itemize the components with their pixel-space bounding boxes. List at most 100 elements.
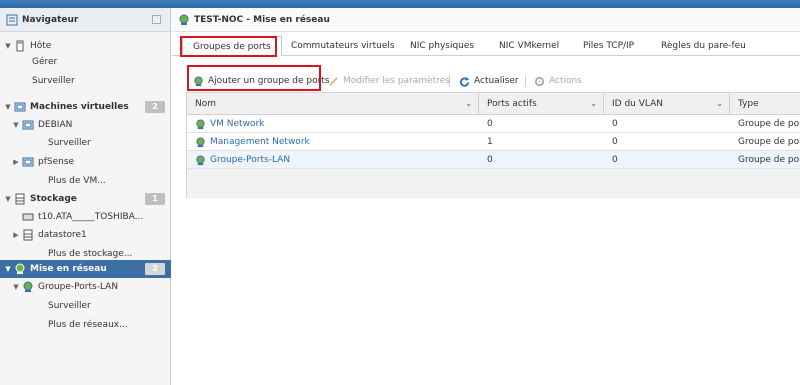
column-header-label: Nom [195,99,217,109]
nav-item-monitor-debian[interactable]: Surveiller [0,134,171,152]
nav-item-monitor-host[interactable]: Surveiller [0,72,171,90]
refresh-button[interactable]: Actualiser [459,72,519,90]
count-badge: 2 [145,263,165,275]
cell-active-ports: 0 [487,119,493,129]
chevron-down-icon[interactable]: ⌄ [465,93,472,115]
cell-vlan-id: 0 [612,119,618,129]
edit-settings-label: Modifier les paramètres [343,76,450,86]
nav-item-storage[interactable]: ▼ Stockage 1 [0,190,171,208]
port-group-icon [23,281,33,292]
edit-settings-button[interactable]: Modifier les paramètres [328,72,450,90]
nav-item-label: Machines virtuelles [30,102,129,112]
chevron-down-icon[interactable]: ⌄ [716,93,723,115]
table-row[interactable]: VM Network 0 0 Groupe de ports [187,115,800,133]
nav-item-monitor-network[interactable]: Surveiller [0,297,171,315]
cell-vlan-id: 0 [612,155,618,165]
datastore-icon [23,229,33,241]
nav-item-label: Plus de stockage... [48,249,133,259]
table-footer [187,169,800,199]
column-header-vlan-id[interactable]: ID du VLAN ⌄ [604,93,729,115]
actions-button[interactable]: Actions [534,72,582,90]
nav-item-label: Stockage [30,194,77,204]
tab-vmkernel-nics[interactable]: NIC VMkernel [499,36,559,56]
cell-type: Groupe de ports [738,137,800,147]
cell-name: Management Network [210,137,310,147]
nav-item-port-group-lan[interactable]: ▼ Groupe-Ports-LAN [0,278,171,296]
nav-item-networking[interactable]: ▼ Mise en réseau 2 [0,260,171,278]
nav-item-more-vms[interactable]: Plus de VM... [0,172,171,190]
navigator-panel: Navigateur ▼ Hôte Gérer Surveiller ▼ Mac… [0,8,171,385]
table-row[interactable]: Management Network 1 0 Groupe de ports [187,133,800,151]
nav-item-debian[interactable]: ▼ DEBIAN [0,116,171,134]
nav-item-label: Gérer [32,57,58,67]
count-badge: 1 [145,193,165,205]
navigator-header: Navigateur [0,8,170,32]
cell-active-ports: 0 [487,155,493,165]
port-group-name-link[interactable]: VM Network [187,115,264,133]
column-header-label: Type [738,99,759,109]
column-header-active-ports[interactable]: Ports actifs ⌄ [479,93,603,115]
expand-toggle-icon[interactable]: ▼ [4,103,12,111]
top-bar [0,0,800,8]
nav-item-label: t10.ATA_____TOSHIBA... [38,212,144,222]
expand-toggle-icon[interactable]: ▼ [4,195,12,203]
collapse-navigator-button[interactable] [152,15,161,24]
add-port-group-button[interactable]: Ajouter un groupe de ports [193,72,330,90]
gear-icon [534,76,545,86]
port-group-icon [196,154,205,165]
expand-toggle-icon[interactable]: ▶ [12,158,20,166]
cell-active-ports: 1 [487,137,493,147]
column-header-label: ID du VLAN [612,99,663,109]
tab-port-groups[interactable]: Groupes de ports [182,36,282,56]
nav-item-virtual-machines[interactable]: ▼ Machines virtuelles 2 [0,98,171,116]
port-group-icon [196,118,205,129]
nav-item-label: DEBIAN [38,120,73,130]
nav-item-disk[interactable]: t10.ATA_____TOSHIBA... [0,208,171,226]
nav-item-label: Surveiller [32,76,75,86]
nav-item-label: pfSense [38,157,75,167]
cell-name: Groupe-Ports-LAN [210,155,291,165]
nav-item-datastore1[interactable]: ▶ datastore1 [0,226,171,244]
add-port-group-label: Ajouter un groupe de ports [208,76,330,86]
nav-item-label: Plus de réseaux... [48,320,128,330]
expand-toggle-icon[interactable]: ▼ [12,283,20,291]
actions-label: Actions [549,76,582,86]
table-row[interactable]: Groupe-Ports-LAN 0 0 Groupe de ports [187,151,800,169]
toolbar-separator [449,75,450,87]
refresh-label: Actualiser [474,76,519,86]
storage-icon [15,193,25,205]
page-title: TEST-NOC - Mise en réseau [194,14,330,25]
tab-virtual-switches[interactable]: Commutateurs virtuels [291,36,395,56]
cell-type: Groupe de ports [738,119,800,129]
nav-item-manage[interactable]: Gérer [0,53,171,71]
cell-name: VM Network [210,119,265,129]
add-port-group-icon [194,75,203,86]
navigator-title: Navigateur [22,14,79,25]
expand-toggle-icon[interactable]: ▼ [12,121,20,129]
expand-toggle-icon[interactable]: ▼ [4,42,12,50]
nav-item-pfsense[interactable]: ▶ pfSense [0,153,171,171]
nav-item-label: Hôte [30,41,52,51]
tab-firewall-rules[interactable]: Règles du pare-feu [661,36,746,56]
expand-toggle-icon[interactable]: ▼ [4,265,12,273]
vm-icon [22,120,34,130]
column-header-name[interactable]: Nom ⌄ [187,93,478,115]
network-icon [179,14,189,25]
port-group-name-link[interactable]: Management Network [187,133,310,151]
column-header-label: Ports actifs [487,99,537,109]
port-group-name-link[interactable]: Groupe-Ports-LAN [187,151,290,169]
tab-physical-nics[interactable]: NIC physiques [410,36,474,56]
empty-area [186,198,800,385]
column-header-type[interactable]: Type [730,93,800,115]
cell-vlan-id: 0 [612,137,618,147]
expand-toggle-icon[interactable]: ▶ [12,231,20,239]
page-title-bar: TEST-NOC - Mise en réseau [172,8,800,32]
nav-item-label: Groupe-Ports-LAN [38,282,119,292]
tab-tcpip-stacks[interactable]: Piles TCP/IP [583,36,634,56]
tab-bar: Groupes de ports Commutateurs virtuels N… [172,36,800,56]
navigator-icon [6,14,18,25]
chevron-down-icon[interactable]: ⌄ [590,93,597,115]
main-panel: TEST-NOC - Mise en réseau Groupes de por… [172,8,800,385]
nav-item-label: Surveiller [48,138,91,148]
nav-item-more-networks[interactable]: Plus de réseaux... [0,316,171,334]
